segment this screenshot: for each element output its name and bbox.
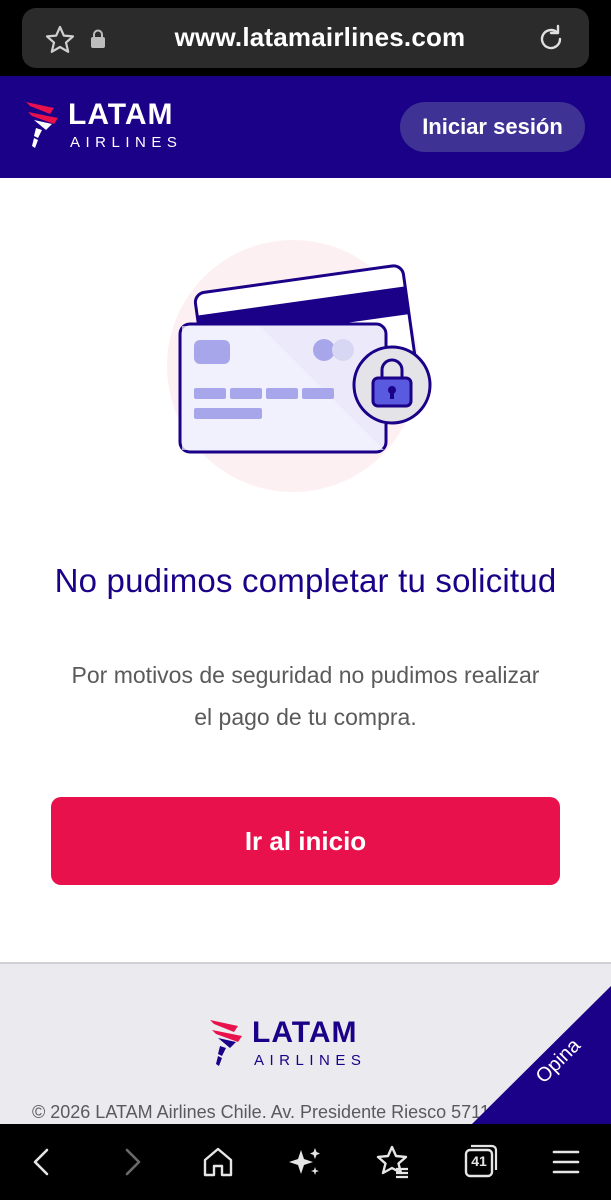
browser-toolbar: www.latamairlines.com — [0, 0, 611, 76]
feedback-tab[interactable] — [470, 986, 611, 1124]
forward-icon[interactable] — [112, 1142, 152, 1182]
bookmarks-icon[interactable] — [372, 1142, 412, 1182]
home-icon[interactable] — [198, 1142, 238, 1182]
footer-latam-logo[interactable]: LATAM AIRLINES — [208, 1014, 388, 1074]
sparkles-icon[interactable] — [285, 1142, 325, 1182]
main-content: No pudimos completar tu solicitud Por mo… — [0, 178, 611, 962]
go-home-button[interactable]: Ir al inicio — [51, 797, 560, 885]
logo-wordmark: LATAM — [68, 98, 174, 131]
lock-icon — [91, 29, 105, 48]
url-text[interactable]: www.latamairlines.com — [120, 22, 520, 53]
latam-logo[interactable]: LATAM AIRLINES — [24, 96, 204, 156]
latam-mark-icon — [26, 102, 58, 148]
tab-count: 41 — [471, 1153, 487, 1169]
credit-card-lock-icon — [167, 240, 432, 492]
site-header: LATAM AIRLINES Iniciar sesión — [0, 76, 611, 178]
page-title: No pudimos completar tu solicitud — [54, 562, 557, 599]
reload-icon[interactable] — [534, 22, 568, 56]
login-button[interactable]: Iniciar sesión — [400, 102, 585, 152]
logo-subtitle: AIRLINES — [70, 134, 183, 151]
star-icon[interactable] — [44, 24, 76, 56]
footer-logo-wordmark: LATAM — [252, 1016, 358, 1049]
tabs-icon[interactable]: 41 — [460, 1142, 500, 1182]
menu-icon[interactable] — [546, 1142, 586, 1182]
copyright-text: © 2026 LATAM Airlines Chile. Av. Preside… — [32, 1102, 490, 1122]
site-footer: LATAM AIRLINES © 2026 LATAM Airlines Chi… — [0, 962, 611, 1124]
latam-mark-icon — [210, 1020, 242, 1066]
page-subtitle: Por motivos de seguridad no pudimos real… — [71, 662, 540, 730]
browser-nav-bar: 41 — [0, 1124, 611, 1200]
back-icon[interactable] — [22, 1142, 62, 1182]
footer-logo-subtitle: AIRLINES — [254, 1052, 367, 1069]
